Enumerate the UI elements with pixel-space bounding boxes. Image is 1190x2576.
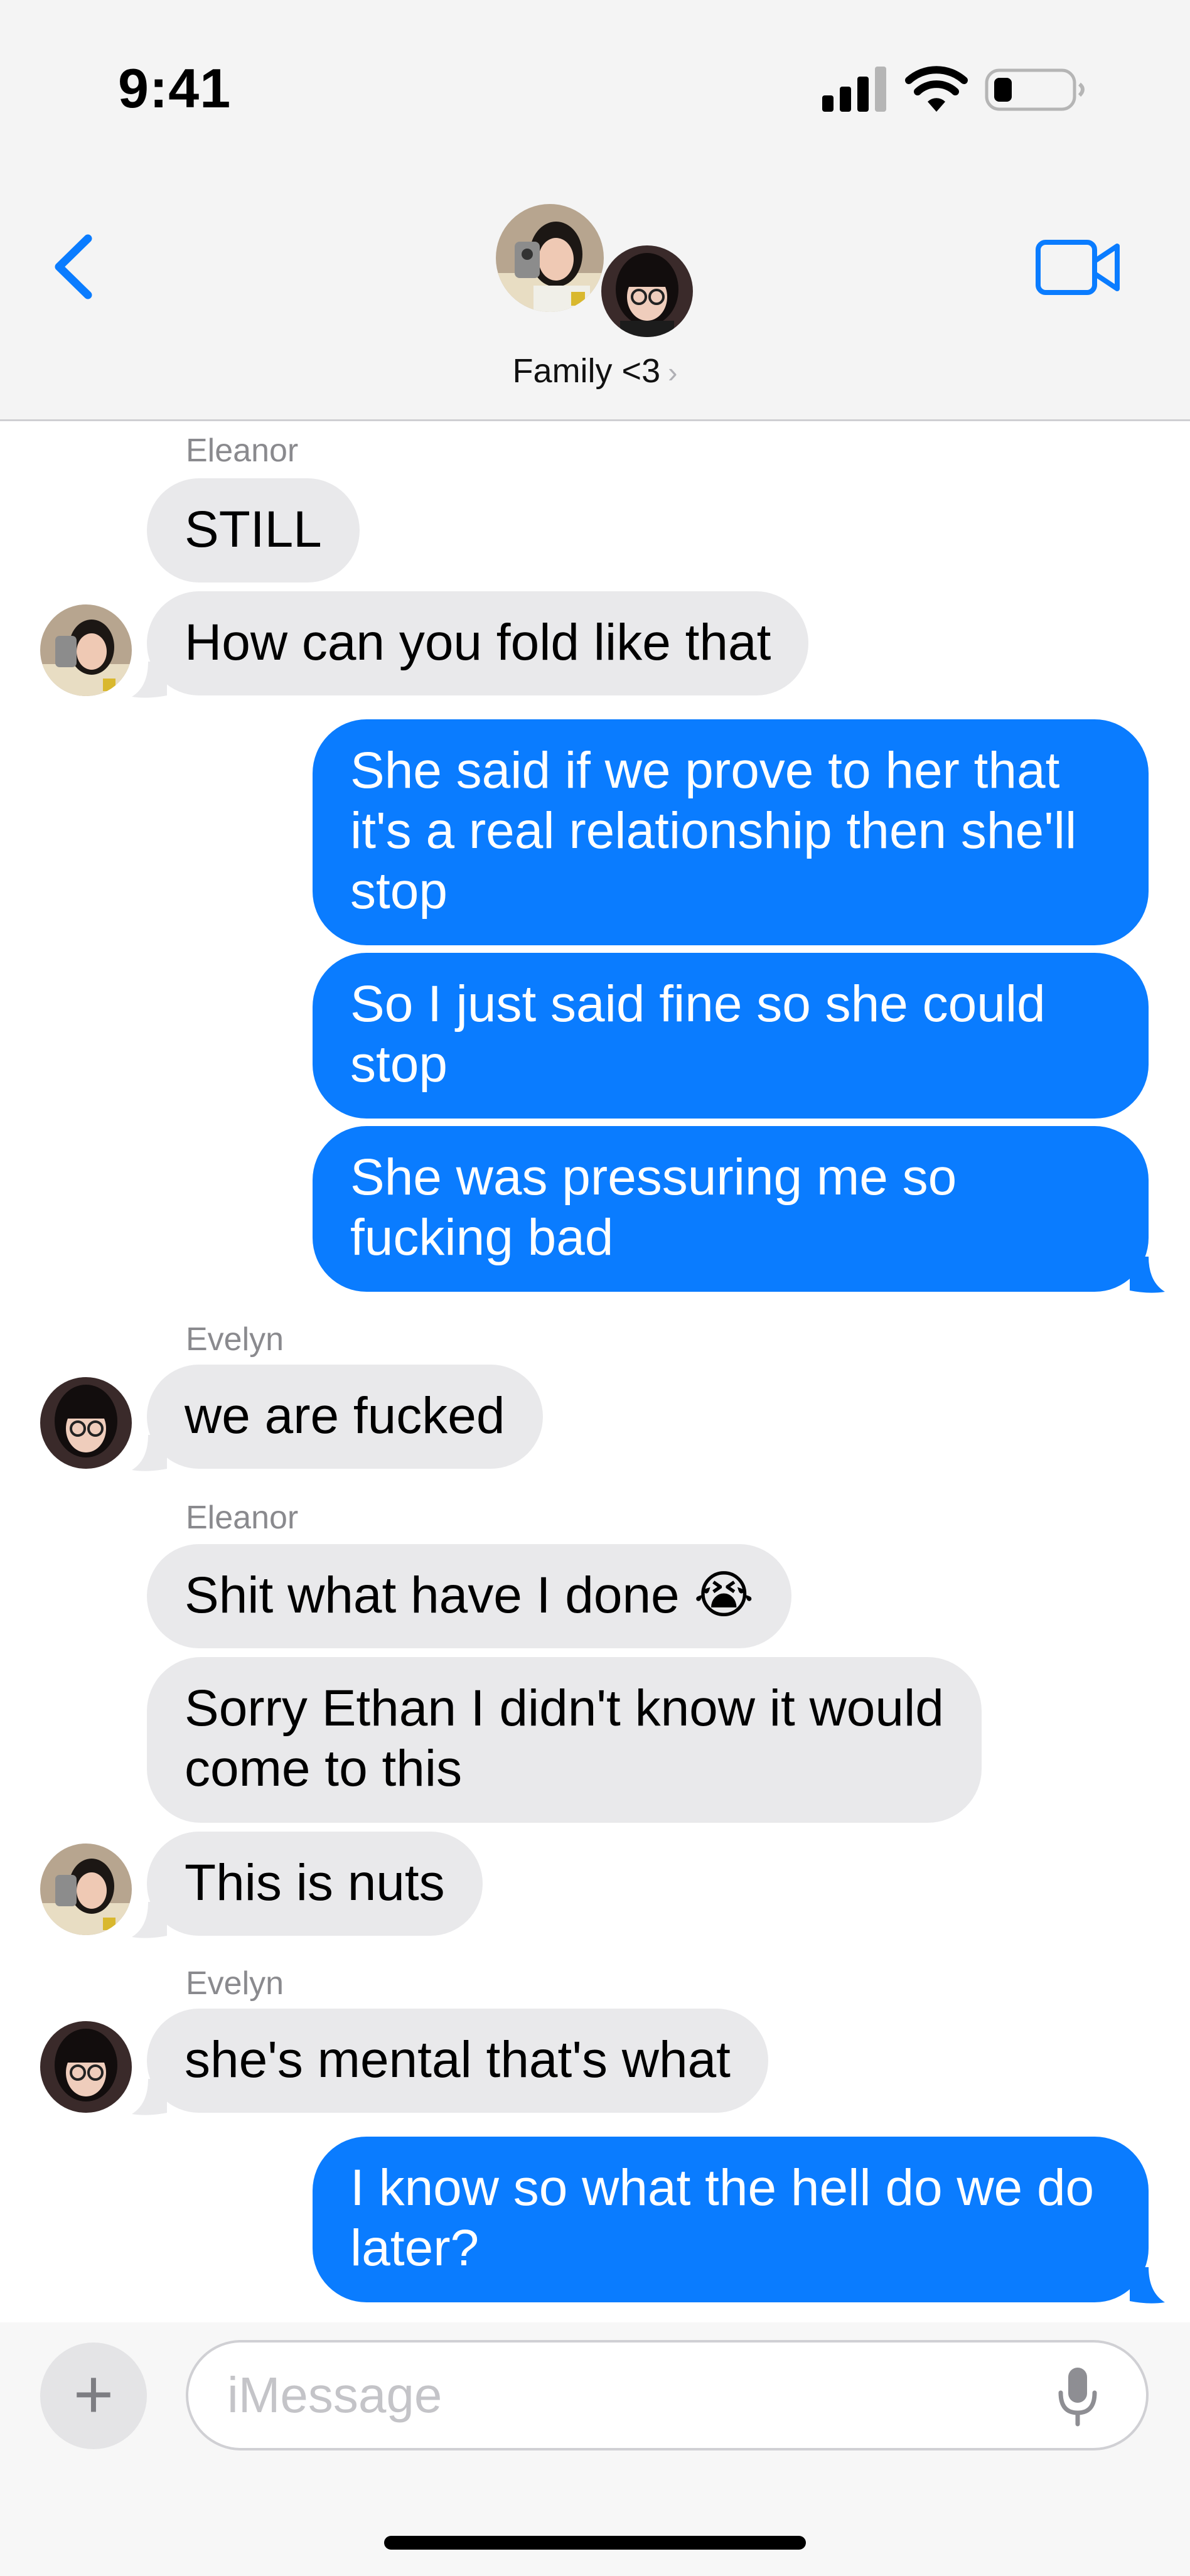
message-bubble[interactable]: Sorry Ethan I didn't know it would come … — [147, 1657, 982, 1823]
avatar — [40, 604, 132, 696]
message-input[interactable] — [186, 2340, 1149, 2450]
sender-name: Evelyn — [186, 1321, 284, 1358]
bubble-tail — [132, 2079, 167, 2115]
bubble-tail — [1130, 1257, 1165, 1293]
message-bubble[interactable]: I know so what the hell do we do later? — [313, 2137, 1149, 2302]
conversation-header: 9:41 Family <3 › — [0, 0, 1190, 421]
message-bubble[interactable]: Shit what have I done 😭 — [147, 1544, 792, 1648]
bubble-tail — [1130, 2267, 1165, 2304]
message-bubble[interactable]: we are fucked — [147, 1365, 543, 1469]
status-time: 9:41 — [118, 57, 232, 119]
group-name[interactable]: Family <3 › — [0, 352, 1190, 390]
avatar — [601, 245, 693, 337]
group-avatars[interactable] — [496, 204, 703, 348]
sender-name: Eleanor — [186, 432, 299, 469]
microphone-icon[interactable] — [1056, 2365, 1100, 2428]
add-attachment-button[interactable]: + — [40, 2343, 147, 2449]
avatar — [40, 1843, 132, 1935]
cellular-signal-icon — [822, 67, 886, 112]
message-bubble[interactable]: she's mental that's what — [147, 2009, 768, 2113]
avatar — [40, 1377, 132, 1469]
message-bubble[interactable]: This is nuts — [147, 1832, 483, 1936]
message-bubble[interactable]: How can you fold like that — [147, 591, 809, 695]
avatar — [40, 2021, 132, 2113]
avatar — [496, 204, 604, 312]
message-bubble[interactable]: So I just said fine so she could stop — [313, 953, 1149, 1119]
video-call-button[interactable] — [1034, 237, 1122, 298]
battery-icon — [985, 68, 1085, 111]
video-camera-icon — [1036, 240, 1120, 295]
wifi-icon — [905, 66, 968, 112]
sender-name: Eleanor — [186, 1500, 299, 1536]
bubble-tail — [132, 1902, 167, 1938]
chevron-right-icon: › — [668, 356, 678, 389]
status-icons — [822, 66, 1085, 112]
bubble-tail — [132, 1435, 167, 1471]
sender-name: Evelyn — [186, 1965, 284, 2002]
back-button[interactable] — [44, 226, 107, 308]
message-bubble[interactable]: She was pressuring me so fucking bad — [313, 1126, 1149, 1292]
message-bubble[interactable]: STILL — [147, 478, 360, 582]
bubble-tail — [132, 662, 167, 698]
group-name-label: Family <3 — [512, 352, 661, 390]
home-indicator — [384, 2536, 806, 2550]
message-bubble[interactable]: She said if we prove to her that it's a … — [313, 719, 1149, 945]
